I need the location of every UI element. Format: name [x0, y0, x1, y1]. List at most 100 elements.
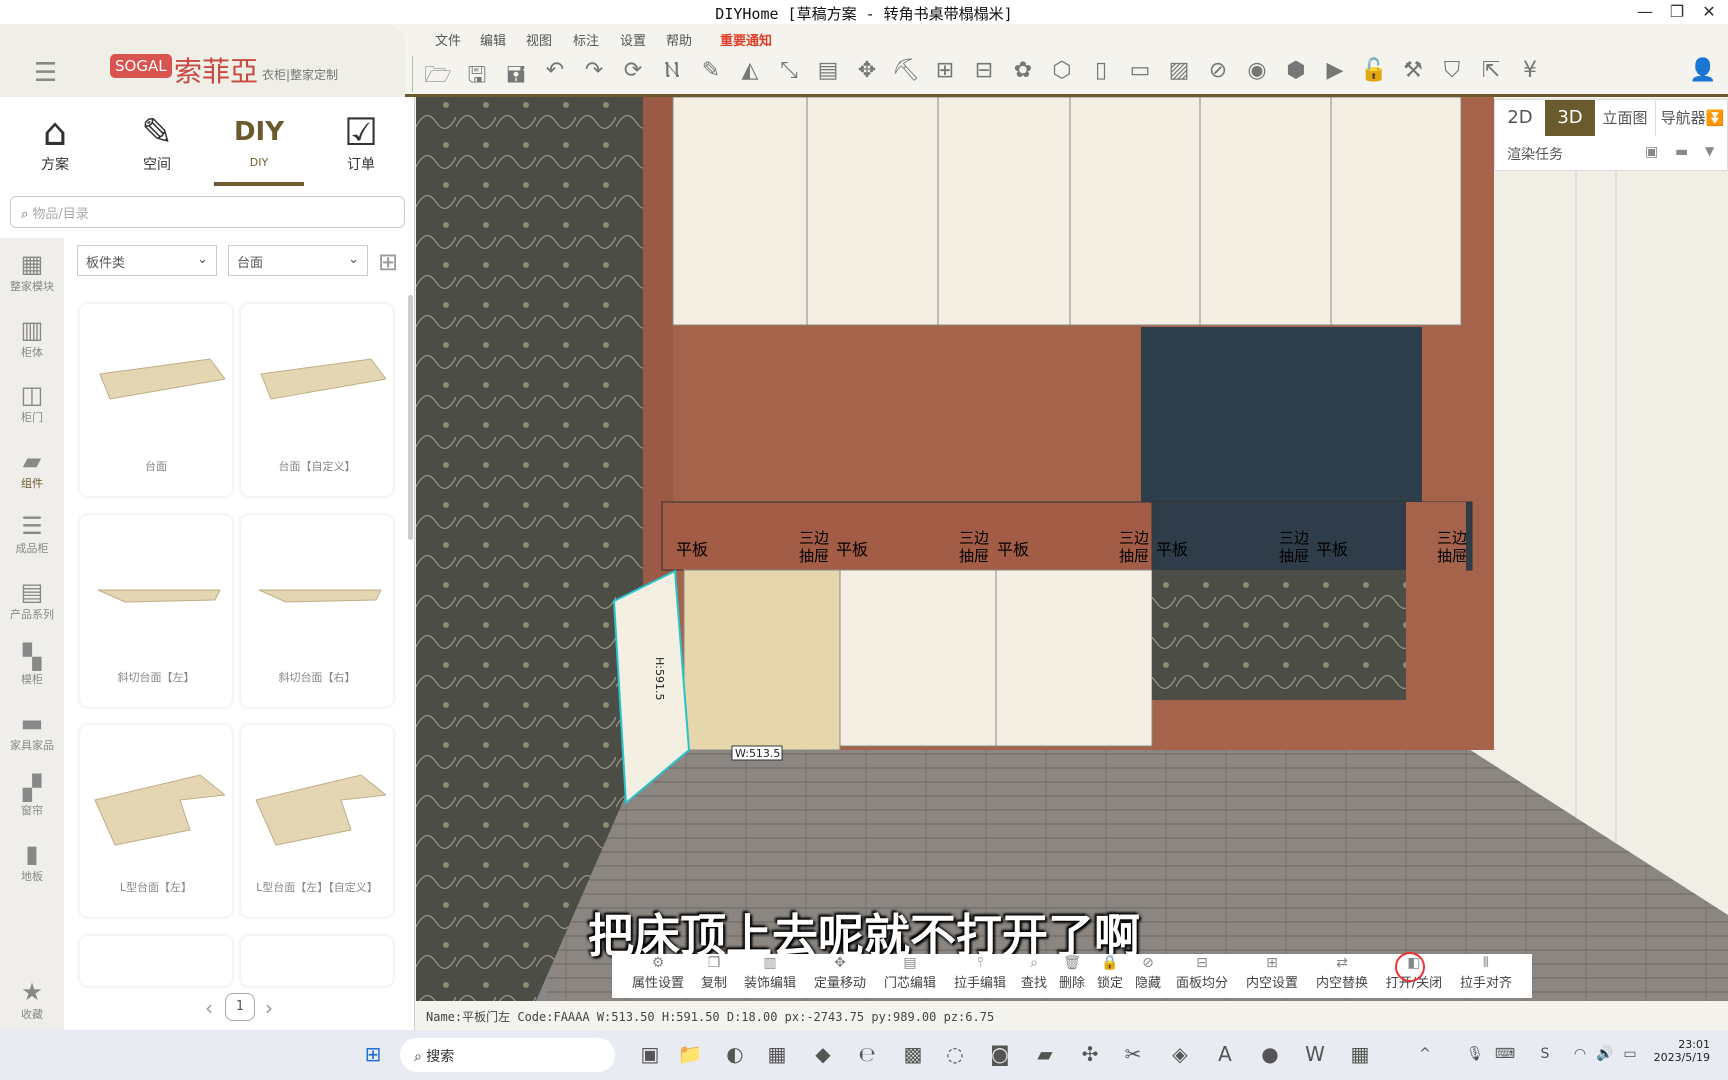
tab-space[interactable]: ✎ 空间 — [112, 110, 202, 174]
bottom-search-button[interactable]: ⌕ 查找 — [1014, 954, 1054, 991]
capcut-icon[interactable]: ✂ — [1118, 1042, 1148, 1066]
folder-open-icon[interactable]: 🗁 — [420, 58, 456, 96]
eye-icon[interactable]: ◉ — [1239, 58, 1275, 83]
subcategory-select[interactable]: 台面 ⌄ — [228, 245, 368, 276]
chevron-double-down-icon[interactable]: ▼ — [1705, 144, 1714, 158]
document-icon[interactable]: ▤ — [810, 58, 846, 83]
battery-icon[interactable]: ▭ — [1615, 1046, 1645, 1062]
clock[interactable]: 23:01 2023/5/19 — [1640, 1038, 1710, 1064]
export-icon[interactable]: ⇱ — [1473, 58, 1509, 83]
calculator-icon[interactable]: ▦ — [1345, 1042, 1375, 1066]
bottom-eye-off-button[interactable]: ⊘ 隐藏 — [1128, 954, 1168, 991]
unlock-icon[interactable]: 🔓 — [1356, 58, 1392, 83]
strip-item-component[interactable]: ▰ 组件 — [0, 447, 64, 491]
eye-off-icon[interactable]: ⊘ — [1200, 58, 1236, 83]
scrollbar[interactable] — [408, 295, 413, 540]
prev-page-button[interactable]: ‹ — [205, 996, 213, 1020]
wechat-app-icon[interactable]: ▩ — [898, 1042, 928, 1066]
wps-icon[interactable]: W — [1300, 1042, 1330, 1066]
bottom-align-button[interactable]: ⫴ 拉手对齐 — [1450, 954, 1522, 991]
save-icon[interactable]: 🖫 — [459, 58, 495, 96]
grid-icon[interactable]: ⊞ — [927, 58, 963, 83]
task-view-icon[interactable]: ▣ — [635, 1042, 665, 1066]
bottom-door-core-button[interactable]: ▤ 门芯编辑 — [874, 954, 946, 991]
diyhome-icon[interactable]: ◈ — [1165, 1042, 1195, 1066]
app-icon[interactable]: ◆ — [808, 1042, 838, 1066]
keyboard-icon[interactable]: ⌨ — [1490, 1046, 1520, 1062]
restore-button[interactable]: ❐ — [1665, 2, 1689, 21]
bottom-inner-button[interactable]: ⊞ 内空设置 — [1236, 954, 1308, 991]
item-card[interactable]: L型台面【左】【自定义】 — [241, 725, 393, 917]
bottom-lock-button[interactable]: 🔒 锁定 — [1090, 954, 1130, 991]
edge-icon[interactable]: ◐ — [720, 1042, 750, 1066]
item-card[interactable]: 斜切台面【左】 — [80, 515, 232, 707]
cube-shape-icon[interactable]: ⬡ — [1044, 58, 1080, 83]
menu-annotate[interactable]: 标注 — [573, 30, 599, 49]
menu-help[interactable]: 帮助 — [666, 30, 692, 49]
dimension-icon[interactable]: Ⲛ — [654, 58, 690, 83]
windows-start-icon[interactable]: ⊞ — [358, 1042, 388, 1066]
strip-item-cabinet[interactable]: ▥ 柜体 — [0, 316, 64, 360]
gear-flower-icon[interactable]: ✿ — [1005, 58, 1041, 83]
chat-icon[interactable]: ◌ — [940, 1042, 970, 1066]
paint-icon[interactable]: ⛏ — [888, 58, 924, 83]
strip-item-series[interactable]: ▤ 产品系列 — [0, 578, 64, 622]
camera-icon[interactable]: ▶ — [1317, 58, 1353, 83]
strip-item-module[interactable]: ▦ 整家模块 — [0, 250, 64, 294]
bottom-trash-button[interactable]: 🗑 删除 — [1052, 954, 1092, 991]
view-2d-button[interactable]: 2D — [1495, 100, 1545, 136]
strip-item-mold[interactable]: ▚ 模柜 — [0, 643, 64, 687]
tray-up-icon[interactable]: ^ — [1410, 1046, 1440, 1062]
menu-file[interactable]: 文件 — [435, 30, 461, 49]
minimize-button[interactable]: — — [1633, 2, 1657, 21]
hamburger-menu-icon[interactable]: ☰ — [34, 58, 57, 88]
3d-viewport[interactable]: 平板 平板 平板 平板 平板 三边 抽屉 三边 抽屉 三边 抽屉 三边 抽屉 三边 抽屉 H:591.5 W… — [416, 97, 1728, 1001]
strip-item-star[interactable]: ★ 收藏 — [0, 978, 64, 1022]
close-button[interactable]: ✕ — [1697, 2, 1721, 21]
acrobat-icon[interactable]: A — [1210, 1042, 1240, 1066]
navigator-button[interactable]: 导航器⏬ — [1655, 100, 1728, 136]
menu-view[interactable]: 视图 — [526, 30, 552, 49]
undo-icon[interactable]: ↶ — [537, 58, 573, 83]
user-icon[interactable]: 👤 — [1685, 58, 1721, 83]
taskbar-search[interactable]: ⌕ 搜索 — [400, 1038, 615, 1072]
phone-icon[interactable]: ▯ — [1083, 58, 1119, 83]
strip-item-door[interactable]: ◫ 柜门 — [0, 381, 64, 425]
shield-icon[interactable]: ⛉ — [1434, 58, 1470, 83]
file-explorer-icon[interactable]: 📁 — [675, 1042, 705, 1066]
resize-icon[interactable]: ⤡ — [771, 58, 807, 83]
window-icon[interactable]: ▭ — [1122, 58, 1158, 83]
bottom-split-button[interactable]: ⊟ 面板均分 — [1166, 954, 1238, 991]
item-card[interactable] — [80, 936, 232, 986]
item-card[interactable] — [241, 936, 393, 986]
camera-icon[interactable]: ◙ — [985, 1042, 1015, 1066]
item-card[interactable]: 台面【自定义】 — [241, 304, 393, 496]
ie-icon[interactable]: ℮ — [852, 1042, 882, 1066]
redo-icon[interactable]: ↷ — [576, 58, 612, 83]
mic-icon[interactable]: 🎙 — [1460, 1046, 1490, 1062]
strip-item-finished[interactable]: ☰ 成品柜 — [0, 512, 64, 556]
item-card[interactable]: 台面 — [80, 304, 232, 496]
next-page-button[interactable]: › — [265, 996, 273, 1020]
tab-diy[interactable]: DIY DIY — [214, 110, 304, 186]
bottom-handle-button[interactable]: ⫯ 拉手编辑 — [944, 954, 1016, 991]
wechat-icon[interactable]: ● — [1255, 1042, 1285, 1066]
notice-link[interactable]: 重要通知 — [720, 30, 772, 49]
bottom-decor-button[interactable]: ▥ 装饰编辑 — [734, 954, 806, 991]
page-number[interactable]: 1 — [225, 993, 255, 1021]
strip-item-floor[interactable]: ▮ 地板 — [0, 840, 64, 884]
elevation-button[interactable]: 立面图 — [1595, 100, 1655, 136]
image-icon[interactable]: ▣ — [1645, 144, 1658, 160]
item-card[interactable]: 斜切台面【右】 — [241, 515, 393, 707]
mail-icon[interactable]: ▰ — [1030, 1042, 1060, 1066]
tab-order[interactable]: ☑ 订单 — [316, 110, 406, 174]
wrench-icon[interactable]: ⚒ — [1395, 58, 1431, 83]
price-icon[interactable]: ¥ — [1512, 58, 1548, 83]
app2-icon[interactable]: ✣ — [1075, 1042, 1105, 1066]
category-select[interactable]: 板件类 ⌄ — [77, 245, 217, 276]
move-icon[interactable]: ✥ — [849, 58, 885, 83]
align-icon[interactable]: ⊟ — [966, 58, 1002, 83]
strip-item-curtain[interactable]: ▞ 窗帘 — [0, 774, 64, 818]
image-icon[interactable]: ▨ — [1161, 58, 1197, 83]
bottom-copy-button[interactable]: ❐ 复制 — [692, 954, 736, 991]
